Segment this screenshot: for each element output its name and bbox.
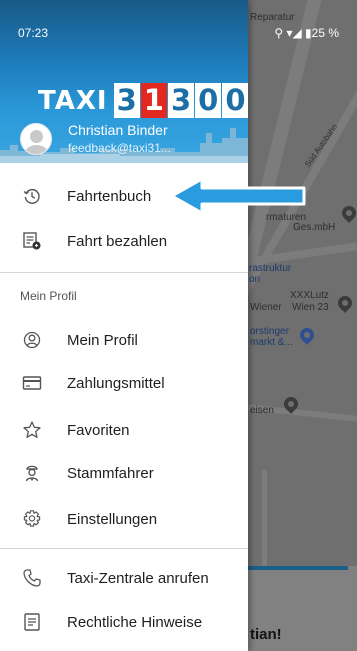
map-label-xxxlutz-2: Wien 23 xyxy=(292,302,329,313)
menu-item-label: Taxi-Zentrale anrufen xyxy=(67,569,209,587)
menu-item-label: Stammfahrer xyxy=(67,464,154,482)
bottom-sheet-accent xyxy=(238,566,348,570)
user-email: feedback@taxi31... xyxy=(68,141,171,155)
menu-item-regular-driver[interactable]: Stammfahrer xyxy=(0,451,248,495)
menu-item-label: Favoriten xyxy=(67,421,130,439)
map-label-reparatur: Reparatur xyxy=(250,12,295,23)
avatar[interactable] xyxy=(20,123,52,155)
history-icon xyxy=(22,186,42,206)
user-name: Christian Binder xyxy=(68,122,168,138)
receipt-pay-icon xyxy=(22,231,42,251)
menu-item-label: Zahlungsmittel xyxy=(67,374,165,392)
menu-item-settings[interactable]: Einstellungen xyxy=(0,497,248,541)
brand-text: TAXI xyxy=(38,85,108,116)
menu-item-pay-trip[interactable]: Fahrt bezahlen xyxy=(0,219,248,263)
map-label-wiener: Wiener xyxy=(250,302,282,313)
document-icon xyxy=(22,612,42,632)
brand-digit: 1 xyxy=(140,83,167,118)
brand-number: 3 1 3 0 0 xyxy=(113,83,248,118)
menu-item-label: Rechtliche Hinweise xyxy=(67,613,203,631)
greeting-text: tian! xyxy=(250,626,282,643)
menu-divider xyxy=(0,272,248,273)
map-label-vosendorf-2: markt &... xyxy=(250,337,293,348)
driver-icon xyxy=(22,463,42,483)
brand-digit: 3 xyxy=(113,83,140,118)
gear-icon xyxy=(22,509,42,529)
navigation-drawer: TAXI 3 1 3 0 0 Christian Binder feedback… xyxy=(0,0,248,651)
brand-digit: 0 xyxy=(195,83,222,118)
highlight-arrow-icon xyxy=(170,177,306,215)
map-label-eisen: eisen xyxy=(250,405,274,416)
phone-icon xyxy=(22,568,42,588)
map-label-infra-2: on xyxy=(249,274,261,285)
menu-divider xyxy=(0,548,248,549)
map-label-vosendorf: orstinger xyxy=(250,326,289,337)
map-label-armaturen-2: Ges.mbH xyxy=(293,222,336,233)
map-label-infra: rastruktur xyxy=(249,263,292,274)
map-label-xxxlutz: XXXLutz xyxy=(290,290,329,301)
brand-digit: 3 xyxy=(167,83,195,118)
brand-logo: TAXI 3 1 3 0 0 xyxy=(38,83,248,118)
drawer-header: TAXI 3 1 3 0 0 Christian Binder feedback… xyxy=(0,0,248,163)
menu-item-label: Mein Profil xyxy=(67,331,138,349)
menu-item-label: Fahrtenbuch xyxy=(67,187,152,205)
map-pin-icon[interactable] xyxy=(297,325,317,345)
menu-item-label: Fahrt bezahlen xyxy=(67,232,168,250)
star-icon xyxy=(22,420,42,440)
map-pin-icon[interactable] xyxy=(339,203,357,223)
menu-item-legal[interactable]: Rechtliche Hinweise xyxy=(0,600,248,644)
credit-card-icon xyxy=(22,373,42,393)
menu-item-favorites[interactable]: Favoriten xyxy=(0,408,248,452)
profile-icon xyxy=(22,330,42,350)
map-pin-icon[interactable] xyxy=(335,293,355,313)
brand-digit: 0 xyxy=(222,83,248,118)
menu-item-call-center[interactable]: Taxi-Zentrale anrufen xyxy=(0,556,248,600)
menu-item-label: Einstellungen xyxy=(67,510,158,528)
section-title-profile: Mein Profil xyxy=(20,289,77,303)
menu-item-payment-methods[interactable]: Zahlungsmittel xyxy=(0,361,248,405)
menu-item-my-profile[interactable]: Mein Profil xyxy=(0,318,248,362)
